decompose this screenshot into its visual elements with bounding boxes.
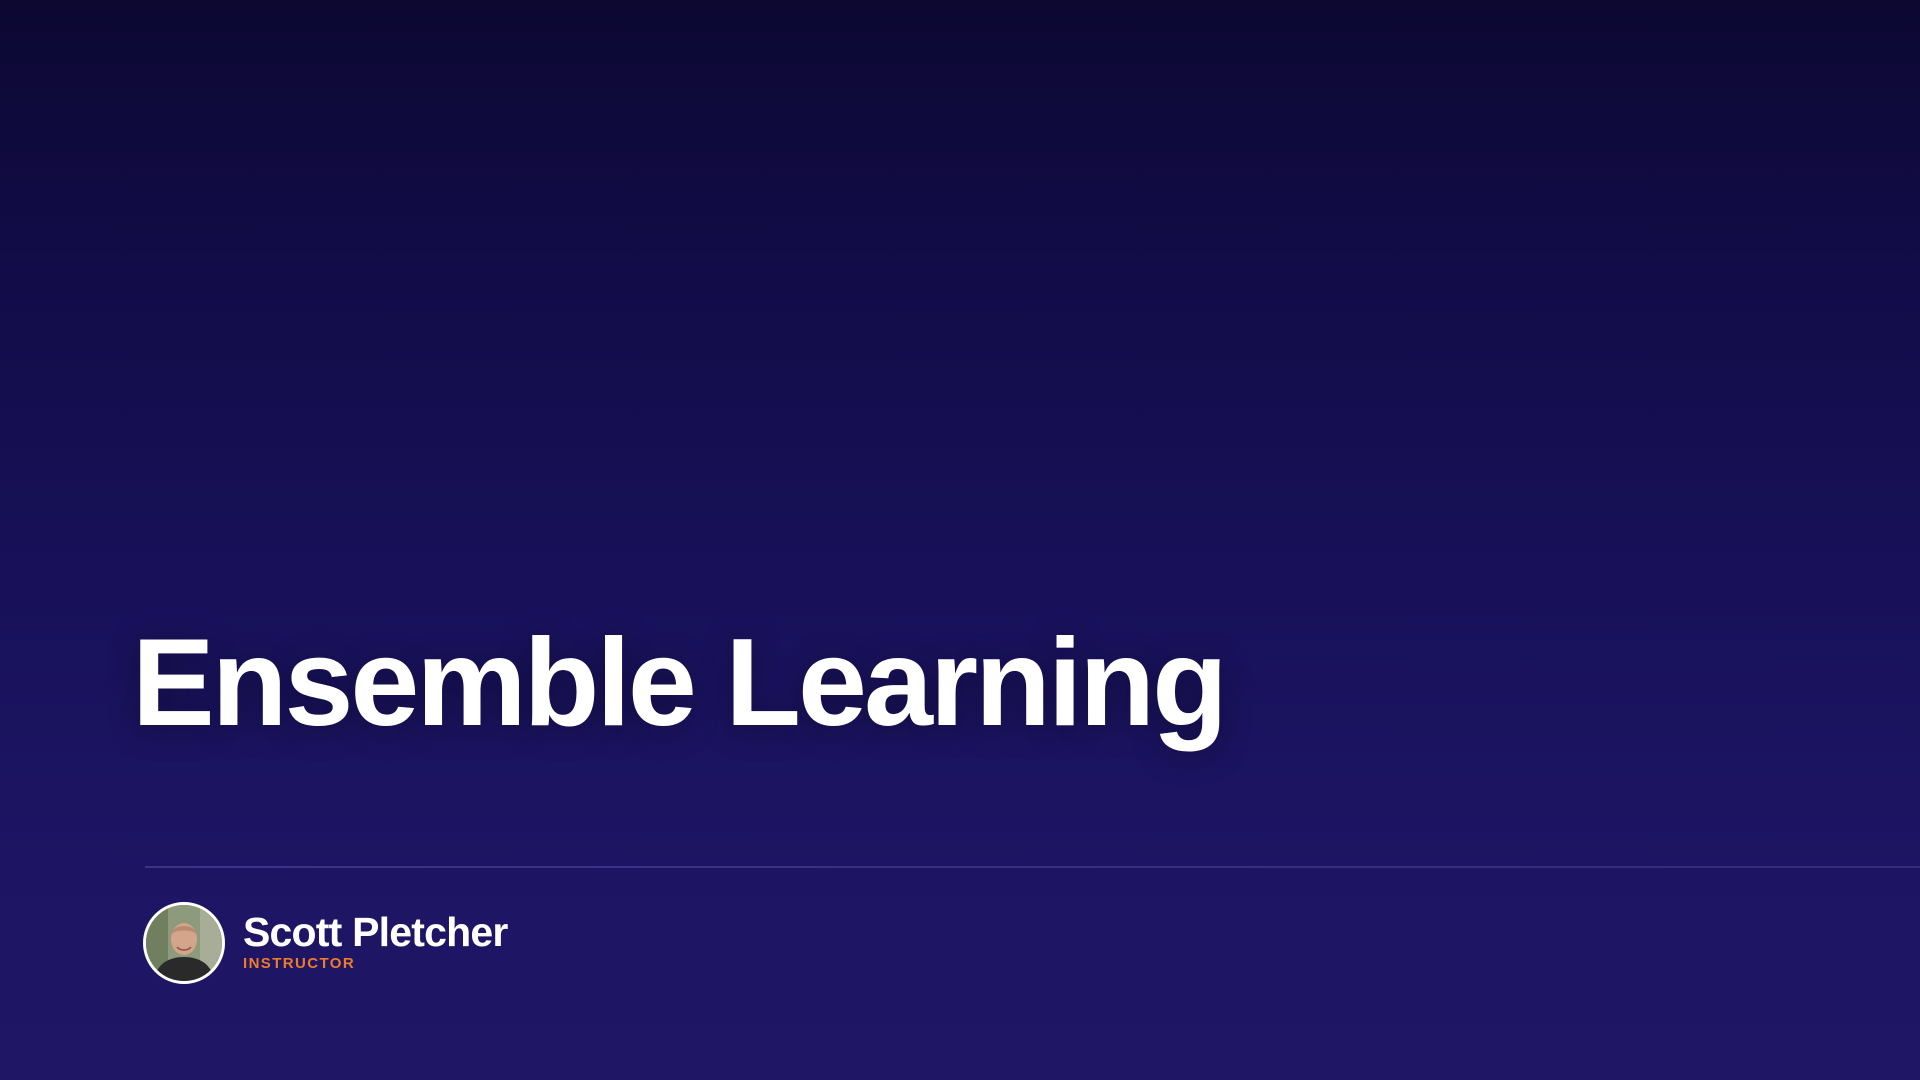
- instructor-avatar: [143, 902, 225, 984]
- instructor-name: Scott Pletcher: [243, 909, 508, 955]
- slide-title: Ensemble Learning: [132, 614, 1228, 752]
- divider-line: [145, 866, 1920, 868]
- avatar-photo-icon: [146, 905, 222, 981]
- instructor-role-label: INSTRUCTOR: [243, 955, 356, 972]
